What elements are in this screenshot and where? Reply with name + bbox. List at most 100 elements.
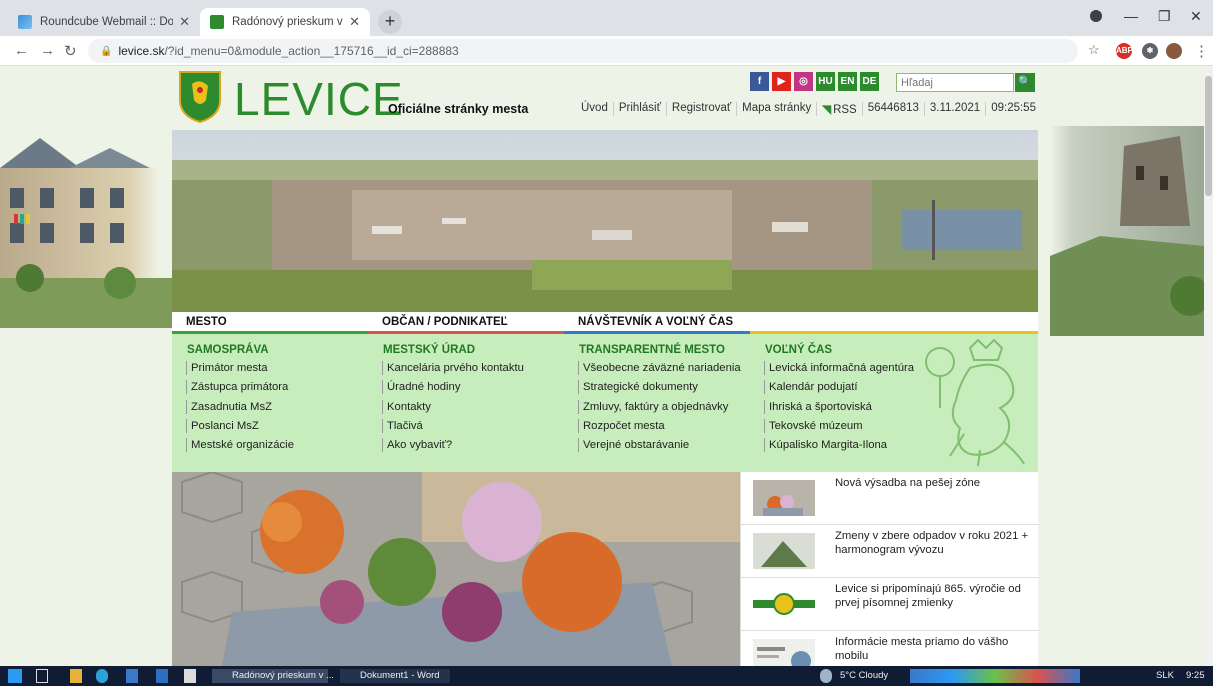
scrollbar-thumb[interactable] (1205, 76, 1212, 196)
adblock-icon[interactable]: ABP (1116, 43, 1133, 59)
menu-item[interactable]: Zasadnutia MsZ (186, 399, 294, 414)
reload-icon[interactable]: ↻ (64, 42, 77, 60)
lang-hu-button[interactable]: HU (816, 72, 835, 91)
current-time: 09:25:55 (985, 102, 1041, 116)
forward-icon[interactable]: → (40, 42, 55, 59)
news-title[interactable]: Zmeny v zbere odpadov v roku 2021 + harm… (835, 529, 1031, 557)
menu-heading[interactable]: TRANSPARENTNÉ MESTO (579, 344, 741, 356)
edge-icon[interactable] (96, 669, 108, 683)
extensions-icon[interactable]: ✱ (1142, 43, 1158, 59)
restore-icon[interactable]: ❐ (1158, 8, 1171, 25)
menu-item[interactable]: Úradné hodiny (382, 380, 524, 395)
close-tab-icon[interactable]: ✕ (349, 14, 360, 30)
menu-item[interactable]: Verejné obstarávanie (578, 438, 741, 453)
facebook-icon[interactable]: f (750, 72, 769, 91)
menu-item[interactable]: Ihriská a športoviská (764, 399, 914, 414)
news-title[interactable]: Nová výsadba na pešej zóne (835, 476, 1031, 490)
menu-item[interactable]: Zmluvy, faktúry a objednávky (578, 399, 741, 414)
taskbar-clock[interactable]: 9:25 (1186, 670, 1205, 681)
menu-item[interactable]: Mestské organizácie (186, 438, 294, 453)
close-tab-icon[interactable]: ✕ (179, 14, 190, 30)
windows-start-icon[interactable] (8, 669, 22, 683)
url-input[interactable]: 🔒 levice.sk /?id_menu=0&module_action__1… (88, 39, 1078, 63)
current-date: 3.11.2021 (923, 102, 985, 116)
news-item[interactable]: Nová výsadba na pešej zóne (741, 472, 1039, 525)
news-thumbnail (753, 533, 815, 569)
weather-text[interactable]: 5°C Cloudy (840, 670, 888, 681)
mail-icon[interactable] (126, 669, 138, 683)
task-view-icon[interactable] (36, 669, 48, 683)
instagram-icon[interactable]: ◎ (794, 72, 813, 91)
avatar[interactable] (1166, 43, 1182, 59)
lang-en-button[interactable]: EN (838, 72, 857, 91)
menu-item[interactable]: Rozpočet mesta (578, 418, 741, 433)
menu-item[interactable]: Primátor mesta (186, 361, 294, 375)
profile-icon[interactable] (1090, 10, 1102, 22)
lang-de-button[interactable]: DE (860, 72, 879, 91)
menu-item[interactable]: Zástupca primátora (186, 380, 294, 395)
menu-item[interactable]: Kontakty (382, 399, 524, 414)
menu-item[interactable]: Tekovské múzeum (764, 418, 914, 433)
minimize-icon[interactable]: — (1124, 8, 1138, 24)
menu-item[interactable]: Kancelária prvého kontaktu (382, 361, 524, 375)
menu-item[interactable]: Všeobecne záväzné nariadenia (578, 361, 741, 375)
nav-mesto[interactable]: MESTO (186, 316, 227, 328)
back-icon[interactable]: ← (14, 42, 29, 59)
page-scrollbar[interactable] (1204, 66, 1213, 666)
aerial-city-banner (172, 130, 1038, 312)
nav-mapa-stranky[interactable]: Mapa stránky (736, 102, 816, 116)
menu-item[interactable]: Ako vybaviť? (382, 438, 524, 453)
menu-column-volny-cas: VOĽNÝ ČAS Levická informačná agentúra Ka… (764, 344, 914, 457)
mega-menu: SAMOSPRÁVA Primátor mesta Zástupca primá… (172, 334, 1038, 472)
news-item[interactable]: Levice si pripomínajú 865. výročie od pr… (741, 578, 1039, 631)
system-tray-icons[interactable] (910, 669, 1080, 683)
search-input[interactable] (896, 73, 1014, 92)
site-subtitle: Oficiálne stránky mesta (388, 102, 529, 116)
menu-item[interactable]: Levická informačná agentúra (764, 361, 914, 375)
news-title[interactable]: Informácie mesta priamo do vášho mobilu (835, 635, 1031, 663)
tab-roundcube[interactable]: Roundcube Webmail :: Doručená ✕ (8, 8, 200, 36)
menu-item[interactable]: Strategické dokumenty (578, 380, 741, 395)
menu-heading[interactable]: MESTSKÝ ÚRAD (383, 344, 524, 356)
bookmark-star-icon[interactable]: ☆ (1088, 42, 1100, 58)
news-item[interactable]: Informácie mesta priamo do vášho mobilu (741, 631, 1039, 666)
rss-link[interactable]: ◥ RSS (816, 102, 862, 116)
menu-heading[interactable]: VOĽNÝ ČAS (765, 344, 914, 356)
menu-item[interactable]: Tlačivá (382, 418, 524, 433)
store-icon[interactable] (184, 669, 196, 683)
levice-crest-logo[interactable] (178, 70, 222, 124)
lock-icon: 🔒 (100, 45, 113, 57)
nav-prihlasit[interactable]: Prihlásiť (612, 102, 666, 116)
new-tab-button[interactable]: + (378, 10, 402, 34)
close-window-icon[interactable]: ✕ (1190, 8, 1202, 25)
flower-planter-photo[interactable] (172, 472, 740, 666)
weather-icon (820, 669, 832, 683)
tab-radon[interactable]: Radónový prieskum v meste ✕ (200, 8, 370, 36)
menu-dots-icon[interactable]: ⋮ (1194, 42, 1209, 60)
menu-item[interactable]: Kalendár podujatí (764, 380, 914, 395)
news-item[interactable]: Zmeny v zbere odpadov v roku 2021 + harm… (741, 525, 1039, 578)
news-thumbnail (753, 586, 815, 622)
input-language[interactable]: SLK (1156, 670, 1174, 681)
nav-registrovat[interactable]: Registrovať (665, 102, 736, 116)
castle-image (1040, 126, 1204, 366)
rss-icon: ◥ (822, 104, 832, 116)
site-logo-text[interactable]: LEVICE (234, 72, 404, 126)
top-navigation: Úvod Prihlásiť Registrovať Mapa stránky … (576, 102, 1041, 116)
file-explorer-icon[interactable] (70, 669, 82, 683)
outlook-icon[interactable] (156, 669, 168, 683)
menu-item[interactable]: Poslanci MsZ (186, 418, 294, 433)
youtube-icon[interactable]: ▶ (772, 72, 791, 91)
menu-heading[interactable]: SAMOSPRÁVA (187, 344, 294, 356)
search-icon[interactable]: 🔍 (1015, 73, 1035, 92)
nav-uvod[interactable]: Úvod (576, 102, 613, 116)
nav-navstevnik[interactable]: NÁVŠTEVNÍK A VOĽNÝ ČAS (578, 316, 733, 328)
news-title[interactable]: Levice si pripomínajú 865. výročie od pr… (835, 582, 1031, 610)
menu-column-transparentne-mesto: TRANSPARENTNÉ MESTO Všeobecne záväzné na… (578, 344, 741, 457)
menu-item[interactable]: Kúpalisko Margita-Ilona (764, 438, 914, 453)
nav-obcan-podnikatel[interactable]: OBČAN / PODNIKATEĽ (382, 316, 508, 328)
tab-title: Radónový prieskum v meste (232, 16, 343, 28)
rss-label: RSS (833, 104, 857, 116)
site-header: LEVICE Oficiálne stránky mesta f ▶ ◎ HU … (172, 66, 1040, 130)
townhall-image (0, 138, 172, 358)
